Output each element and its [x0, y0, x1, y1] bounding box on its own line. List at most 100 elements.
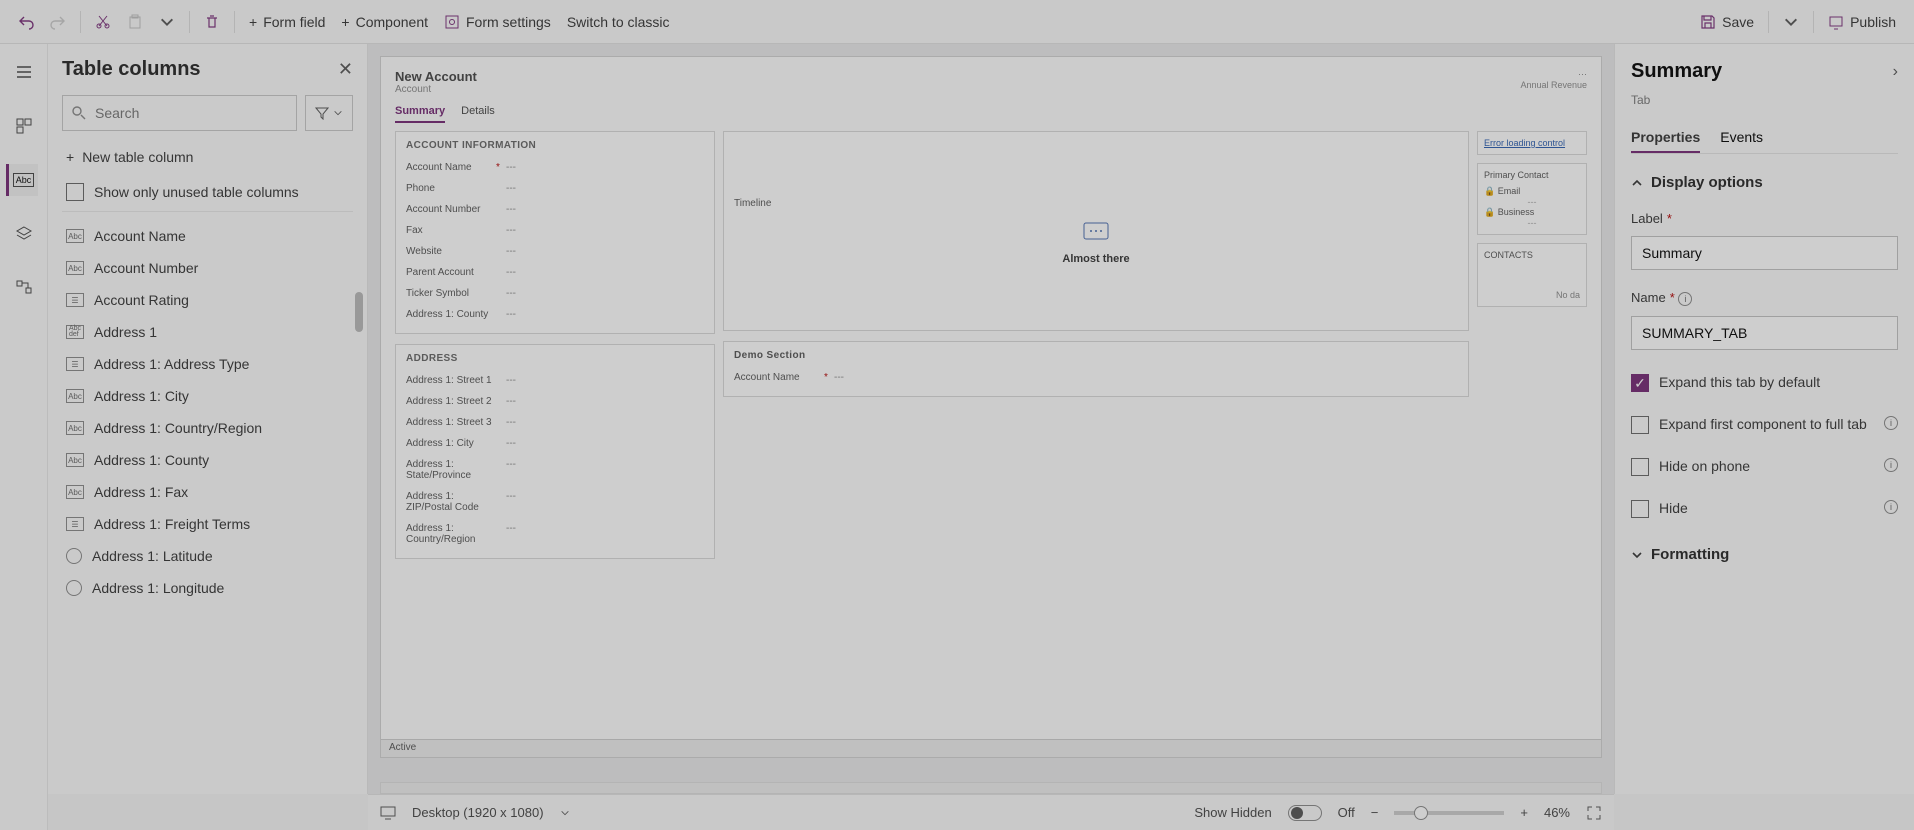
chevron-down-icon: [333, 108, 343, 118]
form-field[interactable]: Fax---: [406, 220, 704, 241]
display-options-header[interactable]: Display options: [1631, 174, 1898, 191]
label-field-label: Label*: [1631, 211, 1898, 226]
account-information-section[interactable]: ACCOUNT INFORMATION Account Name*---Phon…: [395, 131, 715, 334]
checkbox-icon: [66, 183, 84, 201]
hide-checkbox[interactable]: Hide i: [1631, 500, 1898, 518]
info-icon[interactable]: i: [1884, 500, 1898, 514]
address-section[interactable]: ADDRESS Address 1: Street 1---Address 1:…: [395, 344, 715, 559]
form-field[interactable]: Phone---: [406, 178, 704, 199]
column-item[interactable]: ☰Account Rating: [62, 284, 353, 316]
props-subtitle: Tab: [1631, 93, 1898, 107]
column-item[interactable]: AbcAddress 1: Fax: [62, 476, 353, 508]
hide-on-phone-checkbox[interactable]: Hide on phone i: [1631, 458, 1898, 476]
label-input[interactable]: [1631, 236, 1898, 270]
column-item[interactable]: AbcAccount Name: [62, 220, 353, 252]
cut-button[interactable]: [87, 10, 119, 34]
info-icon[interactable]: i: [1678, 292, 1692, 306]
form-field[interactable]: Address 1: Street 3---: [406, 412, 704, 433]
form-field[interactable]: Address 1: City---: [406, 433, 704, 454]
search-input[interactable]: [95, 105, 276, 121]
save-dropdown[interactable]: [1775, 10, 1807, 34]
add-form-field-button[interactable]: +Form field: [241, 10, 333, 34]
delete-button[interactable]: [196, 10, 228, 34]
timeline-section[interactable]: Timeline Almost there: [723, 131, 1469, 331]
filter-button[interactable]: [305, 95, 353, 131]
form-settings-button[interactable]: Form settings: [436, 10, 559, 34]
form-tab[interactable]: Details: [461, 105, 495, 123]
search-input-wrapper[interactable]: [62, 95, 297, 131]
table-columns-rail-button[interactable]: Abc: [6, 164, 38, 196]
publish-button[interactable]: Publish: [1820, 10, 1904, 34]
paste-button[interactable]: [119, 10, 151, 34]
search-icon: [71, 105, 87, 121]
form-tab[interactable]: Summary: [395, 105, 445, 123]
table-columns-panel: Table columns ✕ +New table column Show o…: [48, 44, 368, 794]
error-loading-link[interactable]: Error loading control: [1484, 138, 1565, 148]
zoom-level: 46%: [1544, 805, 1570, 820]
chevron-down-icon[interactable]: [560, 808, 570, 818]
viewport-label[interactable]: Desktop (1920 x 1080): [412, 805, 544, 820]
add-component-button[interactable]: +Component: [333, 10, 436, 34]
zoom-slider[interactable]: [1394, 811, 1504, 815]
demo-section[interactable]: Demo Section Account Name * ---: [723, 341, 1469, 397]
zoom-in-button[interactable]: +: [1520, 805, 1528, 820]
column-item[interactable]: Address 1: Longitude: [62, 572, 353, 604]
column-item[interactable]: AbcAddress 1: City: [62, 380, 353, 412]
save-button[interactable]: Save: [1692, 10, 1762, 34]
switch-to-classic-button[interactable]: Switch to classic: [559, 10, 678, 34]
props-tab[interactable]: Events: [1720, 123, 1763, 153]
form-field[interactable]: Website---: [406, 241, 704, 262]
form-entity: Account: [395, 84, 477, 95]
fit-to-screen-icon[interactable]: [1586, 805, 1602, 821]
hamburger-button[interactable]: [8, 56, 40, 88]
form-field[interactable]: Address 1: Street 1---: [406, 370, 704, 391]
layers-rail-button[interactable]: [8, 218, 40, 250]
form-field[interactable]: Account Number---: [406, 199, 704, 220]
expand-first-checkbox[interactable]: Expand first component to full tab i: [1631, 416, 1898, 434]
column-item[interactable]: Address 1: Latitude: [62, 540, 353, 572]
contacts-card[interactable]: CONTACTS No da: [1477, 243, 1587, 307]
formatting-header[interactable]: Formatting: [1631, 546, 1898, 563]
scrollbar-thumb[interactable]: [355, 292, 363, 332]
new-table-column-button[interactable]: +New table column: [62, 141, 353, 173]
form-field[interactable]: Parent Account---: [406, 262, 704, 283]
chevron-right-icon[interactable]: ›: [1893, 63, 1898, 81]
checkbox-icon: [1631, 500, 1649, 518]
column-item[interactable]: ☰Address 1: Address Type: [62, 348, 353, 380]
show-hidden-toggle[interactable]: [1288, 805, 1322, 821]
form-canvas[interactable]: New Account Account ⋯ Annual Revenue Sum…: [380, 56, 1602, 758]
checkbox-icon: [1631, 458, 1649, 476]
column-item[interactable]: AbcAddress 1: County: [62, 444, 353, 476]
info-icon[interactable]: i: [1884, 458, 1898, 472]
form-field[interactable]: Address 1: Country/Region---: [406, 518, 704, 550]
primary-contact-card[interactable]: Primary Contact 🔒 Email --- 🔒 Business -…: [1477, 163, 1587, 235]
paste-dropdown[interactable]: [151, 10, 183, 34]
info-icon[interactable]: i: [1884, 416, 1898, 430]
checkbox-icon: [1631, 416, 1649, 434]
form-field[interactable]: Address 1: Street 2---: [406, 391, 704, 412]
form-field[interactable]: Address 1: County---: [406, 304, 704, 325]
column-item[interactable]: AbcAddress 1: Country/Region: [62, 412, 353, 444]
form-field[interactable]: Address 1: ZIP/Postal Code---: [406, 486, 704, 518]
form-field[interactable]: Address 1: State/Province---: [406, 454, 704, 486]
components-rail-button[interactable]: [8, 110, 40, 142]
close-icon[interactable]: ✕: [338, 59, 353, 80]
column-item[interactable]: ☰Address 1: Freight Terms: [62, 508, 353, 540]
undo-button[interactable]: [10, 10, 42, 34]
redo-button[interactable]: [42, 10, 74, 34]
form-canvas-area: New Account Account ⋯ Annual Revenue Sum…: [368, 44, 1614, 794]
name-input[interactable]: [1631, 316, 1898, 350]
props-tab[interactable]: Properties: [1631, 123, 1700, 153]
tree-rail-button[interactable]: [8, 272, 40, 304]
desktop-icon: [380, 806, 396, 820]
column-list[interactable]: AbcAccount NameAbcAccount Number☰Account…: [62, 212, 353, 794]
form-field[interactable]: Account Name*---: [406, 157, 704, 178]
zoom-out-button[interactable]: −: [1371, 805, 1379, 820]
error-card[interactable]: Error loading control: [1477, 131, 1587, 155]
expand-default-checkbox[interactable]: ✓ Expand this tab by default: [1631, 374, 1898, 392]
show-unused-checkbox-row[interactable]: Show only unused table columns: [62, 173, 353, 212]
column-item[interactable]: AbcAccount Number: [62, 252, 353, 284]
horizontal-scrollbar[interactable]: [380, 782, 1602, 794]
form-field[interactable]: Ticker Symbol---: [406, 283, 704, 304]
column-item[interactable]: AbcdefAddress 1: [62, 316, 353, 348]
